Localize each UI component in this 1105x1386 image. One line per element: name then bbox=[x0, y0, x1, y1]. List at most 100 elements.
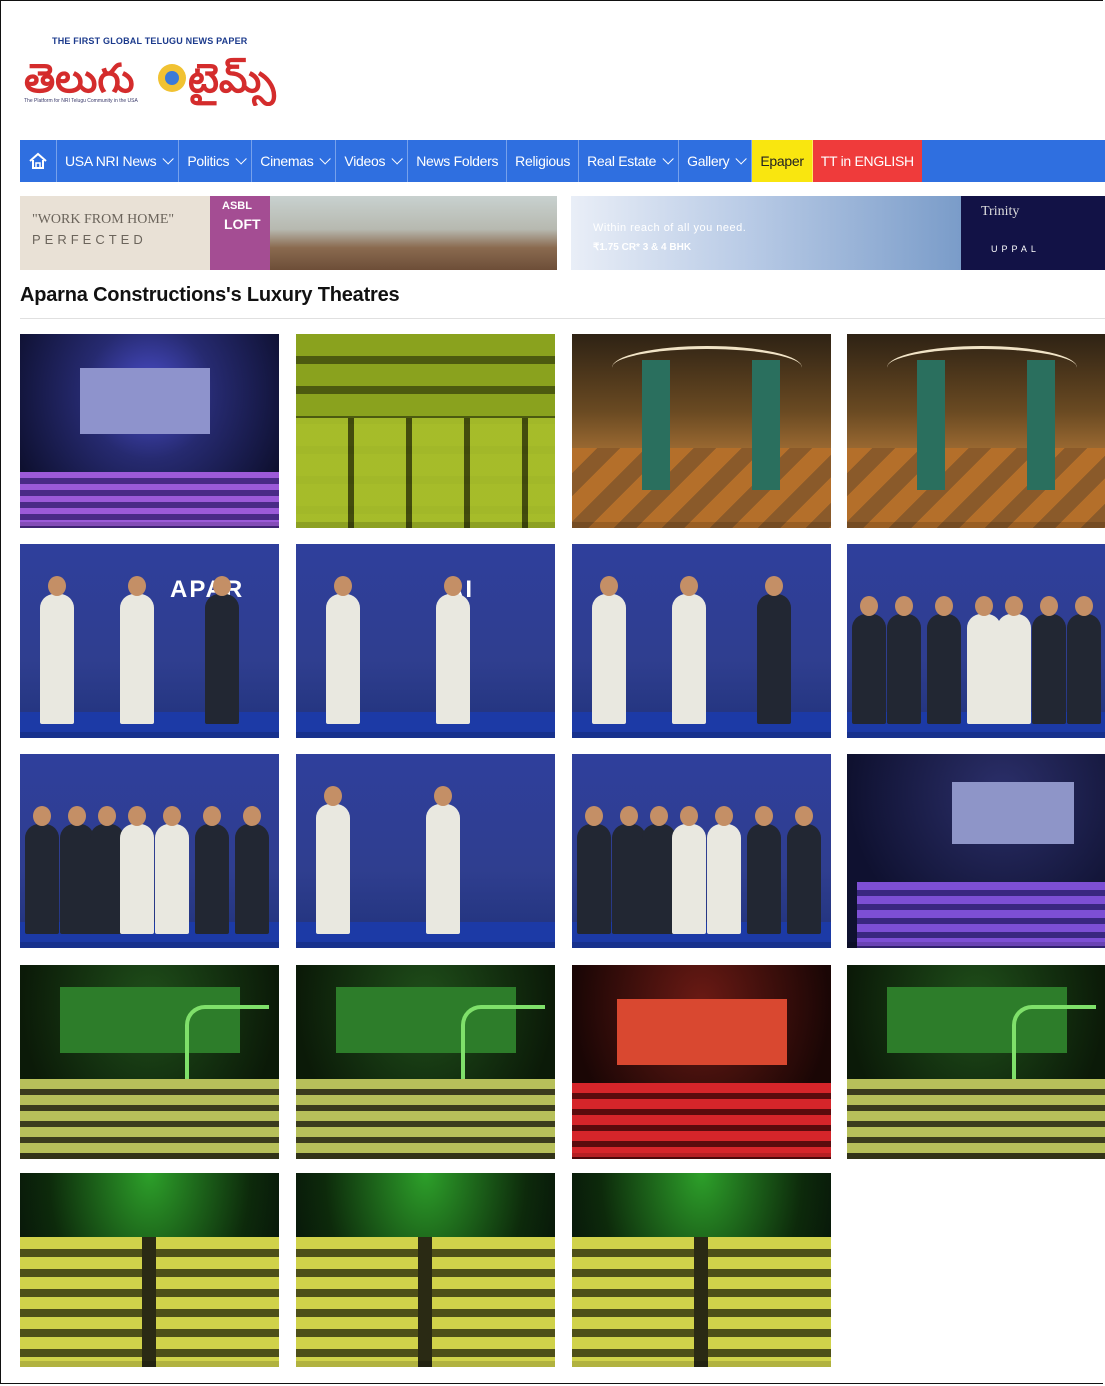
gallery-photo[interactable] bbox=[296, 754, 555, 948]
gallery-photo[interactable] bbox=[572, 334, 831, 528]
person-shape bbox=[326, 576, 360, 724]
asbl-logo: ASBL LOFT bbox=[210, 196, 270, 270]
person-shape bbox=[426, 786, 460, 934]
pillar-shape bbox=[752, 360, 780, 490]
screen-shape bbox=[80, 368, 210, 434]
person-shape bbox=[967, 596, 1001, 724]
person-shape bbox=[577, 806, 611, 934]
gallery-photo[interactable]: AI bbox=[296, 544, 555, 738]
seats-shape bbox=[20, 472, 279, 528]
person-shape bbox=[120, 806, 154, 934]
gallery-photo[interactable] bbox=[296, 334, 555, 528]
gallery-photo[interactable] bbox=[847, 544, 1105, 738]
main-navigation: USA NRI News Politics Cinemas Videos New… bbox=[20, 140, 1105, 182]
person-shape bbox=[316, 786, 350, 934]
neon-shape bbox=[461, 1005, 545, 1079]
gallery-photo[interactable] bbox=[572, 754, 831, 948]
seats-shape bbox=[847, 1079, 1105, 1159]
person-shape bbox=[707, 806, 741, 934]
logo-subline: The Platform for NRI Telugu Community in… bbox=[24, 98, 138, 104]
person-shape bbox=[195, 806, 229, 934]
home-icon[interactable] bbox=[20, 140, 57, 182]
gallery-photo[interactable] bbox=[847, 754, 1105, 948]
person-shape bbox=[592, 576, 626, 724]
gallery-photo[interactable] bbox=[572, 965, 831, 1159]
neon-shape bbox=[185, 1005, 269, 1079]
aisle-shape bbox=[142, 1237, 156, 1367]
site-logo[interactable]: THE FIRST GLOBAL TELUGU NEWS PAPER తెలుగ… bbox=[22, 30, 322, 120]
nav-item-gallery[interactable]: Gallery bbox=[679, 140, 753, 182]
house-icon bbox=[29, 152, 47, 169]
ad-building-image: Within reach of all you need. ₹1.75 CR* … bbox=[571, 196, 961, 270]
person-shape bbox=[1032, 596, 1066, 724]
seats-shape bbox=[857, 882, 1105, 948]
nav-item-usa-nri-news[interactable]: USA NRI News bbox=[57, 140, 180, 182]
nav-item-religious[interactable]: Religious bbox=[507, 140, 580, 182]
nav-item-videos[interactable]: Videos bbox=[336, 140, 409, 182]
person-shape bbox=[927, 596, 961, 724]
seats-shape bbox=[20, 1079, 279, 1159]
ad-interior-photo bbox=[270, 196, 557, 270]
chevron-down-icon bbox=[235, 153, 248, 165]
chevron-down-icon bbox=[735, 153, 748, 165]
nav-item-epaper[interactable]: Epaper bbox=[752, 140, 813, 182]
nav-item-real-estate[interactable]: Real Estate bbox=[579, 140, 680, 182]
ad-headline: "WORK FROM HOME" bbox=[32, 212, 175, 227]
floor-shape bbox=[572, 448, 831, 528]
gallery-photo[interactable] bbox=[20, 754, 279, 948]
ad-banner-trinity[interactable]: Within reach of all you need. ₹1.75 CR* … bbox=[571, 196, 1105, 270]
gallery-photo[interactable]: APAR bbox=[20, 544, 279, 738]
person-shape bbox=[40, 576, 74, 724]
gallery-photo[interactable] bbox=[572, 544, 831, 738]
ad-subheadline: PERFECTED bbox=[32, 232, 147, 247]
ad-text-panel: "WORK FROM HOME" PERFECTED bbox=[20, 196, 210, 270]
person-shape bbox=[997, 596, 1031, 724]
nav-item-news-folders[interactable]: News Folders bbox=[408, 140, 508, 182]
gallery-photo[interactable] bbox=[20, 965, 279, 1159]
svg-text:టైమ్స్: టైమ్స్ bbox=[188, 56, 276, 106]
gallery-photo[interactable] bbox=[20, 334, 279, 528]
person-shape bbox=[747, 806, 781, 934]
pillar-shape bbox=[642, 360, 670, 490]
chevron-down-icon bbox=[662, 153, 674, 165]
aisle-shape bbox=[418, 1237, 432, 1367]
chevron-down-icon bbox=[162, 153, 175, 165]
front-shape bbox=[296, 418, 555, 528]
gallery-photo[interactable] bbox=[847, 965, 1105, 1159]
gallery-photo[interactable] bbox=[847, 334, 1105, 528]
person-shape bbox=[887, 596, 921, 724]
person-shape bbox=[120, 576, 154, 724]
trinity-logo: Trinity UPPAL bbox=[961, 196, 1105, 270]
gallery-photo[interactable] bbox=[296, 1173, 555, 1367]
person-shape bbox=[672, 806, 706, 934]
neon-shape bbox=[1012, 1005, 1096, 1079]
nav-item-tt-in-english[interactable]: TT in ENGLISH bbox=[812, 140, 922, 182]
gallery-photo[interactable] bbox=[296, 965, 555, 1159]
seats-shape bbox=[296, 1079, 555, 1159]
person-shape bbox=[436, 576, 470, 724]
screen-shape bbox=[617, 999, 787, 1065]
person-shape bbox=[642, 806, 676, 934]
nav-item-cinemas[interactable]: Cinemas bbox=[252, 140, 337, 182]
person-shape bbox=[757, 576, 791, 724]
person-shape bbox=[235, 806, 269, 934]
person-shape bbox=[155, 806, 189, 934]
gallery-photo[interactable] bbox=[20, 1173, 279, 1367]
floor-shape bbox=[847, 448, 1105, 528]
seats-shape bbox=[572, 1083, 831, 1159]
ad-headline: Within reach of all you need. bbox=[593, 222, 747, 234]
person-shape bbox=[1067, 596, 1101, 724]
nav-item-politics[interactable]: Politics bbox=[179, 140, 253, 182]
person-shape bbox=[672, 576, 706, 724]
screen-shape bbox=[952, 782, 1074, 844]
chevron-down-icon bbox=[319, 153, 332, 165]
person-shape bbox=[60, 806, 94, 934]
person-shape bbox=[787, 806, 821, 934]
logo-tagline: THE FIRST GLOBAL TELUGU NEWS PAPER bbox=[52, 36, 248, 46]
ad-banner-asbl-loft[interactable]: "WORK FROM HOME" PERFECTED ASBL LOFT bbox=[20, 196, 557, 270]
person-shape bbox=[25, 806, 59, 934]
aisle-shape bbox=[694, 1237, 708, 1367]
gallery-photo[interactable] bbox=[572, 1173, 831, 1367]
chevron-down-icon bbox=[391, 153, 403, 165]
person-shape bbox=[852, 596, 886, 724]
